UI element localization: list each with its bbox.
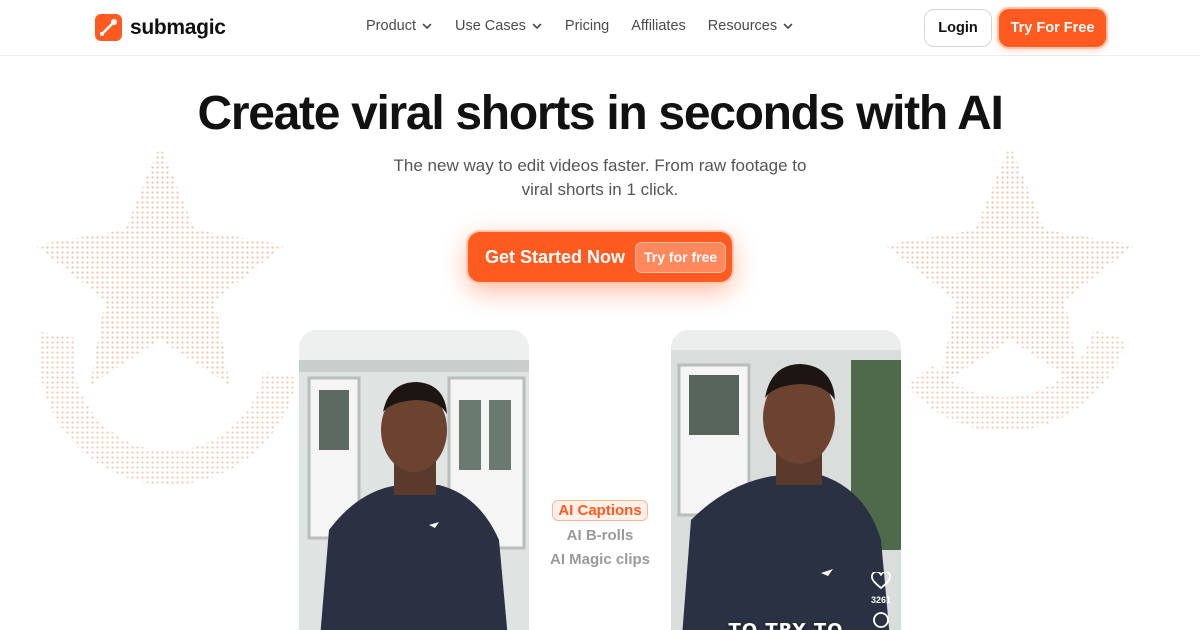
hero-subtitle: The new way to edit videos faster. From … — [380, 154, 820, 202]
submagic-logo-icon — [95, 14, 122, 41]
chevron-down-icon — [532, 23, 542, 30]
hero-title: Create viral shorts in seconds with AI — [197, 87, 1003, 140]
hero-subtitle-line-1: The new way to edit videos faster. From … — [393, 156, 807, 175]
nav-item-pricing[interactable]: Pricing — [565, 18, 609, 34]
try-for-free-button[interactable]: Try For Free — [999, 9, 1106, 47]
ai-feature-list: AI Captions AI B-rolls AI Magic clips — [530, 500, 670, 572]
login-button[interactable]: Login — [924, 9, 992, 47]
nav-item-label: Use Cases — [454, 18, 526, 34]
nav-item-use-cases[interactable]: Use Cases — [455, 18, 543, 34]
nav-item-resources[interactable]: Resources — [708, 18, 794, 34]
main-nav: Product Use Cases Pricing Affiliates Res… — [366, 18, 794, 34]
feature-ai-captions[interactable]: AI Captions — [552, 500, 648, 521]
feature-ai-magic-clips[interactable]: AI Magic clips — [530, 548, 670, 572]
decorative-dotted-star-right — [885, 145, 1135, 432]
site-header: submagic Product Use Cases Pricing Affil… — [0, 0, 1200, 56]
chevron-down-icon — [422, 23, 432, 30]
get-started-button[interactable]: Get Started Now Try for free — [468, 232, 732, 282]
cta-badge: Try for free — [635, 241, 727, 273]
nav-item-label: Affiliates — [631, 18, 686, 34]
video-caption: TO TRY TO — [671, 620, 901, 630]
decorative-dotted-star-left — [35, 145, 297, 485]
nav-item-affiliates[interactable]: Affiliates — [631, 18, 686, 34]
video-frame-image — [299, 330, 529, 630]
video-preview-raw[interactable] — [299, 330, 529, 630]
likes-count: 3261 — [870, 595, 892, 605]
feature-ai-b-rolls[interactable]: AI B-rolls — [530, 524, 670, 548]
nav-item-label: Resources — [707, 18, 778, 34]
chevron-down-icon — [783, 23, 793, 30]
hero-subtitle-line-2: viral shorts in 1 click. — [521, 180, 679, 199]
nav-item-label: Product — [366, 18, 416, 34]
heart-icon — [871, 570, 891, 590]
nav-item-product[interactable]: Product — [366, 18, 433, 34]
nav-item-label: Pricing — [564, 18, 610, 34]
video-preview-edited[interactable]: 3261 TO TRY TO — [671, 330, 901, 630]
video-frame-image — [671, 330, 901, 630]
cta-label: Get Started Now — [485, 246, 626, 267]
brand-name: submagic — [130, 15, 226, 39]
brand-logo[interactable]: submagic — [95, 14, 226, 41]
